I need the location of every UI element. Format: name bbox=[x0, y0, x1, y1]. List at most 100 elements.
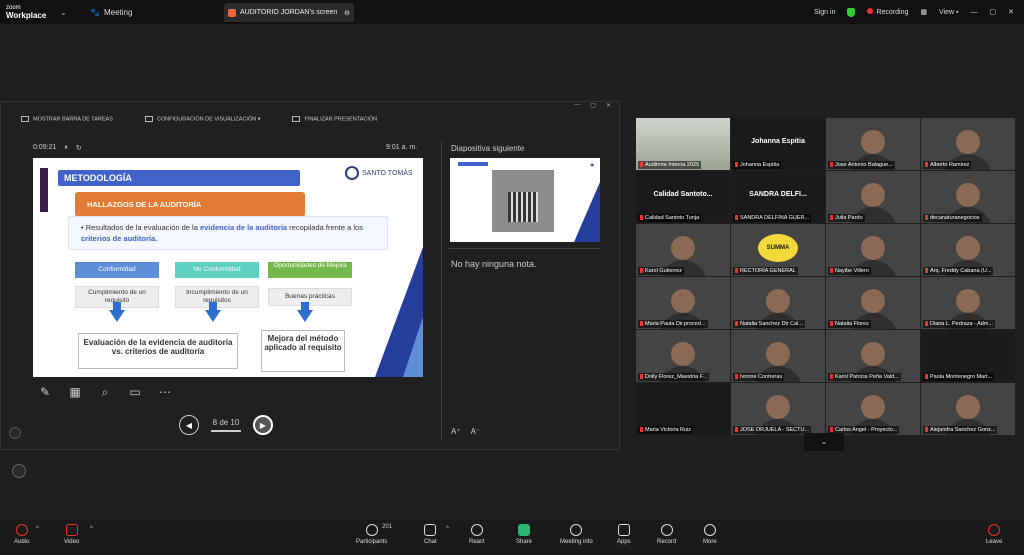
chevron-up-icon[interactable]: ^ bbox=[446, 526, 449, 532]
apps-button[interactable]: Apps bbox=[617, 524, 631, 545]
participant-tile[interactable]: Karol Gutierrez bbox=[636, 224, 730, 276]
share-button[interactable]: Share bbox=[516, 524, 532, 545]
screen-icon[interactable]: ▭ bbox=[127, 384, 143, 400]
more-options-icon[interactable]: ⋯ bbox=[157, 384, 173, 400]
next-slide-preview[interactable]: ▣ bbox=[450, 158, 600, 242]
chat-button[interactable]: Chat bbox=[424, 524, 437, 545]
minimize-icon[interactable]: — bbox=[971, 9, 978, 16]
end-presentation-button[interactable]: FINALIZAR PRESENTACIÓN bbox=[292, 115, 377, 122]
participants-count: 201 bbox=[382, 524, 393, 530]
presenter-window-controls: — ▢ ✕ bbox=[1, 102, 619, 110]
participant-name: Ivonne Contreras bbox=[733, 373, 785, 381]
meeting-label[interactable]: 🐾 Meeting bbox=[90, 8, 132, 17]
screen-share-tab[interactable]: AUDITORIO JORDAN's screen ⊖ bbox=[224, 3, 354, 22]
participant-tile[interactable]: Julia Pardo bbox=[826, 171, 920, 223]
previous-slide-button[interactable]: ◀ bbox=[179, 415, 199, 435]
timer-value: 0:09:21 bbox=[33, 144, 57, 151]
pen-icon[interactable]: ✎ bbox=[37, 384, 53, 400]
sub-buenas-practicas: Buenas prácticas bbox=[268, 288, 352, 306]
maximize-icon[interactable]: ▢ bbox=[990, 8, 997, 16]
participant-tile[interactable]: Natalia Florez bbox=[826, 277, 920, 329]
recording-indicator[interactable]: Recording bbox=[867, 8, 908, 16]
sign-in-link[interactable]: Sign in bbox=[814, 9, 835, 16]
microphone-muted-icon bbox=[15, 524, 28, 536]
more-button[interactable]: More bbox=[703, 524, 717, 545]
participant-gallery: Auditoria Interna 2025 Johanna Espitia Joh… bbox=[636, 118, 1015, 435]
participants-label: Participants bbox=[356, 539, 388, 545]
notes-divider bbox=[449, 248, 601, 249]
close-icon[interactable]: ✕ bbox=[606, 102, 611, 110]
chevron-up-icon[interactable]: ^ bbox=[36, 526, 39, 532]
participant-tile[interactable]: Arq. Freddy Cabana (U... bbox=[921, 224, 1015, 276]
chevron-down-icon[interactable]: ⌄ bbox=[60, 8, 80, 17]
participant-tile[interactable]: Ivonne Contreras bbox=[731, 330, 825, 382]
next-slide-seal: ▣ bbox=[590, 162, 594, 167]
participant-tile[interactable]: Paola Montenegro Mart... bbox=[921, 330, 1015, 382]
participant-tile[interactable]: Karol Patricia Peña Vald... bbox=[826, 330, 920, 382]
participant-face bbox=[956, 130, 980, 154]
chevron-up-icon[interactable]: ^ bbox=[90, 526, 93, 532]
pause-icon[interactable]: ⏸ bbox=[64, 144, 68, 152]
participant-tile[interactable]: SUMMA RECTORÍA GENERAL bbox=[731, 224, 825, 276]
minimize-icon[interactable]: — bbox=[574, 102, 580, 110]
next-slide-button[interactable]: ▶ bbox=[253, 415, 273, 435]
slide-bullet: • Resultados de la evaluación de la evid… bbox=[81, 223, 363, 243]
video-button[interactable]: Video bbox=[64, 524, 79, 545]
participants-icon bbox=[365, 524, 378, 536]
more-icon bbox=[703, 524, 716, 536]
arrow-down-icon bbox=[297, 302, 313, 322]
zoom-icon[interactable]: ⌕ bbox=[97, 384, 113, 400]
participant-tile[interactable]: Johanna Espitia Johanna Espitia bbox=[731, 118, 825, 170]
record-button[interactable]: Record bbox=[657, 524, 676, 545]
increase-font-icon[interactable]: A⁺ bbox=[451, 427, 461, 436]
participant-tile[interactable]: Jose Antonio Balague... bbox=[826, 118, 920, 170]
arrow-down-icon bbox=[109, 302, 125, 322]
participant-tile[interactable]: JOSE ORJUELA - SECTU... bbox=[731, 383, 825, 435]
participant-face bbox=[861, 395, 885, 419]
participant-name: Karol Gutierrez bbox=[638, 267, 684, 275]
participant-face bbox=[671, 342, 695, 366]
participant-tile[interactable]: Alejandra Sanchez Gonz... bbox=[921, 383, 1015, 435]
participant-name: Jose Antonio Balague... bbox=[828, 161, 895, 169]
participant-tile[interactable]: Natalia Sanchez Dir Cal... bbox=[731, 277, 825, 329]
show-taskbar-button[interactable]: MOSTRAR BARRA DE TAREAS bbox=[21, 115, 113, 122]
logo-name: Workplace bbox=[6, 11, 47, 20]
decrease-font-icon[interactable]: A⁻ bbox=[471, 427, 481, 436]
seal-icon bbox=[345, 166, 359, 180]
leave-button[interactable]: Leave bbox=[986, 524, 1002, 545]
annotate-icon[interactable] bbox=[12, 464, 26, 478]
shield-icon[interactable] bbox=[847, 7, 856, 17]
participant-tile[interactable]: Calidad Santoto... Calidad Santoto Tunja bbox=[636, 171, 730, 223]
audio-label: Audio bbox=[14, 539, 30, 545]
participant-tile[interactable]: Alberto Ramirez bbox=[921, 118, 1015, 170]
participant-tile[interactable]: Auditoria Interna 2025 bbox=[636, 118, 730, 170]
participant-tile[interactable]: Diana L. Pedraza - Adm... bbox=[921, 277, 1015, 329]
participant-tile[interactable]: Nayibe Villero bbox=[826, 224, 920, 276]
annotation-icon[interactable] bbox=[9, 427, 21, 439]
category-oportunidades: Oportunidades de Mejora bbox=[268, 262, 352, 278]
participant-tile[interactable]: decanaturanegocios bbox=[921, 171, 1015, 223]
meeting-info-button[interactable]: Meeting info bbox=[560, 524, 593, 545]
window-close-icon[interactable]: ✕ bbox=[1008, 8, 1014, 16]
participant-face bbox=[861, 342, 885, 366]
participant-tile[interactable]: Maria Paula Dir.proced... bbox=[636, 277, 730, 329]
meeting-info-label: Meeting info bbox=[560, 539, 593, 545]
maximize-icon[interactable]: ▢ bbox=[590, 102, 596, 110]
chevron-down-icon[interactable]: ⌄ bbox=[804, 433, 844, 451]
display-settings-button[interactable]: CONFIGURACIÓN DE VISUALIZACIÓN ▾ bbox=[144, 115, 260, 122]
participant-tile[interactable]: Maria Victoria Ruiz bbox=[636, 383, 730, 435]
participant-name: Alejandra Sanchez Gonz... bbox=[923, 426, 998, 434]
slides-grid-icon[interactable]: ▦ bbox=[67, 384, 83, 400]
restart-icon[interactable]: ↻ bbox=[76, 144, 82, 152]
close-icon[interactable]: ⊖ bbox=[344, 9, 350, 17]
university-seal: SANTO TOMÁS bbox=[345, 163, 417, 183]
react-button[interactable]: React bbox=[469, 524, 485, 545]
grid-icon[interactable]: ▦ bbox=[920, 8, 927, 16]
participant-tile[interactable]: Carlos Angel - Proyecto... bbox=[826, 383, 920, 435]
participant-name: Natalia Florez bbox=[828, 320, 871, 328]
participant-tile[interactable]: SANDRA DELFI... SANDRA DELFINA GUER... bbox=[731, 171, 825, 223]
audio-button[interactable]: Audio bbox=[14, 524, 29, 545]
participant-name: Julia Pardo bbox=[828, 214, 865, 222]
participant-tile[interactable]: Dolly Florez_Maestria F... bbox=[636, 330, 730, 382]
view-button[interactable]: View ▪ bbox=[939, 9, 958, 16]
